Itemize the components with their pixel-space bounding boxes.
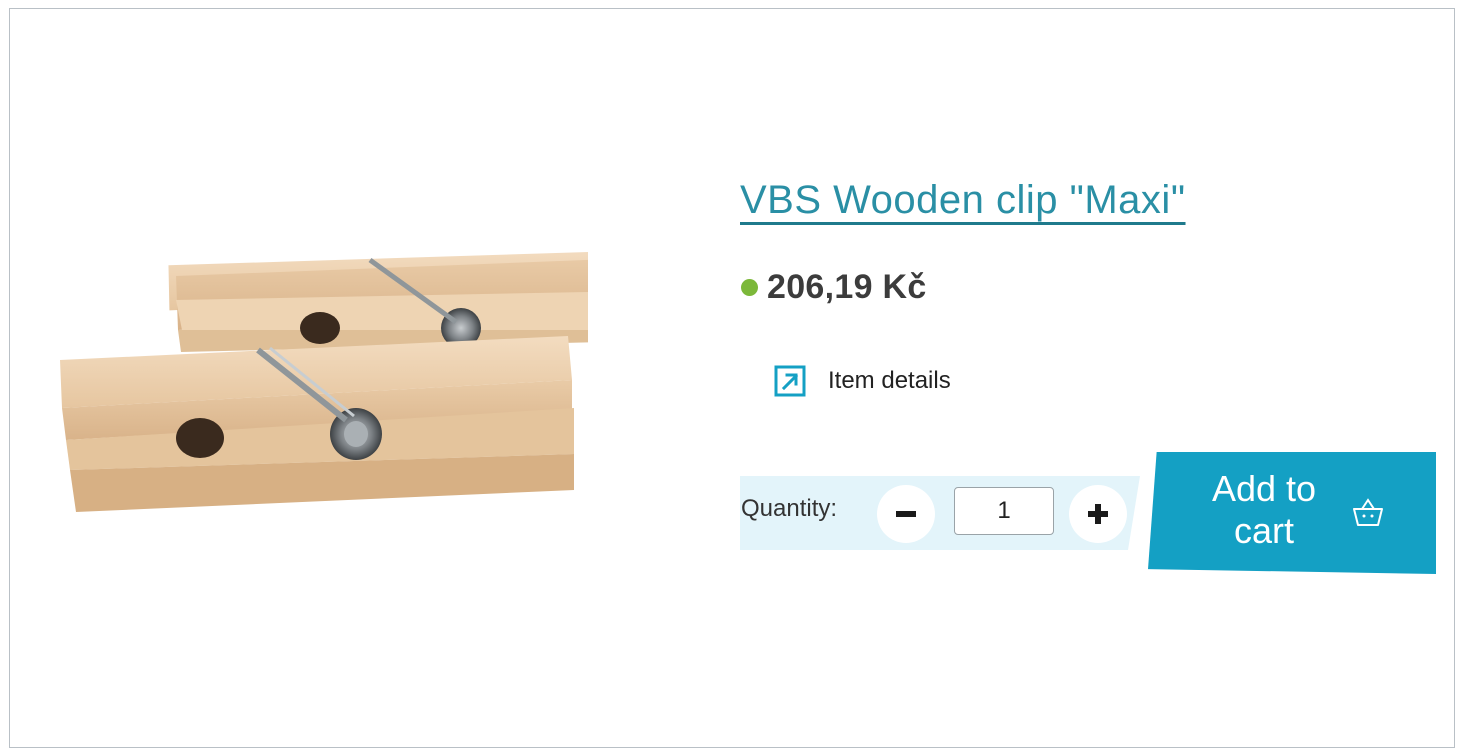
- quantity-increase-button[interactable]: [1069, 485, 1127, 543]
- item-details-label: Item details: [828, 367, 951, 394]
- plus-icon: [1088, 504, 1108, 524]
- product-title-link[interactable]: VBS Wooden clip "Maxi": [740, 178, 1186, 223]
- add-to-cart-label: Add to cart: [1211, 468, 1317, 551]
- quantity-decrease-button[interactable]: [877, 485, 935, 543]
- quantity-label: Quantity:: [741, 495, 838, 522]
- product-price: 206,19 Kč: [767, 268, 927, 306]
- availability-dot-icon: [741, 279, 758, 296]
- basket-icon: [1353, 498, 1383, 526]
- product-image[interactable]: [48, 230, 688, 530]
- item-details-link[interactable]: Item details: [773, 364, 951, 398]
- price-row: 206,19 Kč: [741, 268, 927, 307]
- minus-icon: [896, 511, 916, 517]
- external-link-icon: [773, 364, 807, 398]
- add-to-cart-button[interactable]: Add to cart: [1148, 452, 1436, 574]
- quantity-input[interactable]: [954, 487, 1054, 535]
- wooden-clothespin-image: [60, 249, 688, 512]
